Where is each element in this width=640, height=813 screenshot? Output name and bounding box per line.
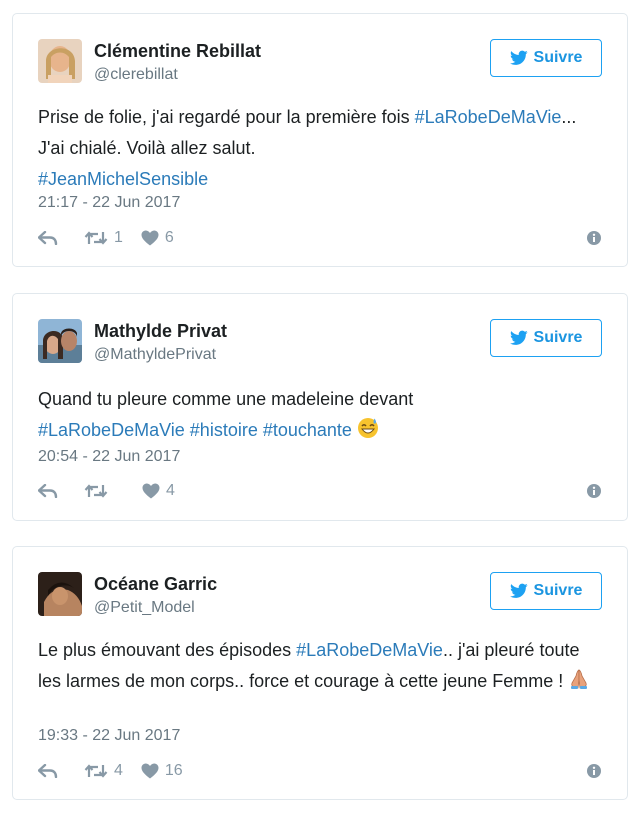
retweet-count: 4: [114, 762, 123, 779]
heart-icon: [141, 230, 159, 246]
reply-button[interactable]: [38, 231, 58, 245]
reply-button[interactable]: [38, 484, 58, 498]
follow-label: Suivre: [533, 329, 583, 346]
avatar[interactable]: [38, 39, 82, 83]
heart-icon: [142, 483, 160, 499]
author-handle[interactable]: @MathyldePrivat: [94, 346, 216, 364]
author-name[interactable]: Océane Garric: [94, 574, 217, 595]
timestamp[interactable]: 19:33 - 22 Jun 2017: [38, 727, 180, 745]
text-segment: Le plus émouvant des épisodes: [38, 640, 297, 660]
tweet-text: Le plus émouvant des épisodes #LaRobeDeM…: [38, 635, 602, 697]
hashtag-link[interactable]: #LaRobeDeMaVie: [296, 640, 443, 660]
grinning-sweat-face-emoji: [357, 418, 378, 438]
hashtag-link[interactable]: #JeanMichelSensible: [38, 169, 208, 189]
twitter-bird-icon: [509, 50, 528, 65]
follow-button[interactable]: Suivre: [490, 572, 602, 610]
retweet-icon: [84, 484, 108, 498]
follow-button[interactable]: Suivre: [490, 39, 602, 77]
folded-hands-emoji: [571, 669, 588, 689]
like-count: 16: [164, 762, 183, 779]
follow-label: Suivre: [533, 582, 583, 599]
info-icon[interactable]: [587, 231, 601, 245]
heart-icon: [141, 763, 159, 779]
hashtag-link[interactable]: #LaRobeDeMaVie: [38, 420, 185, 440]
text-segment: Prise de folie, j'ai regardé pour la pre…: [38, 107, 415, 127]
retweet-icon: [84, 231, 108, 245]
retweet-button[interactable]: 4: [84, 762, 123, 780]
tweet-card: Clémentine Rebillat @clerebillat Suivre …: [12, 13, 628, 267]
author-name[interactable]: Mathylde Privat: [94, 321, 227, 342]
like-count: 4: [166, 482, 175, 499]
timestamp[interactable]: 21:17 - 22 Jun 2017: [38, 194, 180, 212]
tweet-text: Quand tu pleure comme une madeleine deva…: [38, 384, 602, 446]
reply-button[interactable]: [38, 764, 58, 778]
tweet-actions: 4: [38, 480, 193, 502]
avatar[interactable]: [38, 572, 82, 616]
retweet-button[interactable]: [84, 483, 114, 499]
text-segment: Quand tu pleure comme une madeleine deva…: [38, 389, 414, 409]
twitter-bird-icon: [509, 330, 528, 345]
like-button[interactable]: 4: [142, 482, 175, 500]
avatar[interactable]: [38, 319, 82, 363]
follow-label: Suivre: [533, 49, 583, 66]
hashtag-link[interactable]: #LaRobeDeMaVie: [415, 107, 562, 127]
follow-button[interactable]: Suivre: [490, 319, 602, 357]
info-icon[interactable]: [587, 764, 601, 778]
timestamp[interactable]: 20:54 - 22 Jun 2017: [38, 448, 180, 466]
author-handle[interactable]: @clerebillat: [94, 66, 178, 84]
reply-icon: [38, 484, 58, 498]
retweet-button[interactable]: 1: [84, 229, 123, 247]
tweet-text: Prise de folie, j'ai regardé pour la pre…: [38, 102, 602, 195]
author-name[interactable]: Clémentine Rebillat: [94, 41, 261, 62]
twitter-bird-icon: [509, 583, 528, 598]
tweet-actions: 4 16: [38, 760, 201, 782]
hashtag-link[interactable]: #histoire: [190, 420, 258, 440]
like-button[interactable]: 6: [141, 229, 174, 247]
retweet-icon: [84, 764, 108, 778]
retweet-count: 1: [114, 229, 123, 246]
hashtag-link[interactable]: #touchante: [263, 420, 352, 440]
tweet-actions: 1 6: [38, 227, 192, 249]
like-button[interactable]: 16: [141, 762, 183, 780]
like-count: 6: [164, 229, 174, 246]
info-icon[interactable]: [587, 484, 601, 498]
tweet-card: Mathylde Privat @MathyldePrivat Suivre Q…: [12, 293, 628, 521]
reply-icon: [38, 231, 58, 245]
author-handle[interactable]: @Petit_Model: [94, 599, 195, 617]
tweet-card: Océane Garric @Petit_Model Suivre Le plu…: [12, 546, 628, 800]
reply-icon: [38, 764, 58, 778]
